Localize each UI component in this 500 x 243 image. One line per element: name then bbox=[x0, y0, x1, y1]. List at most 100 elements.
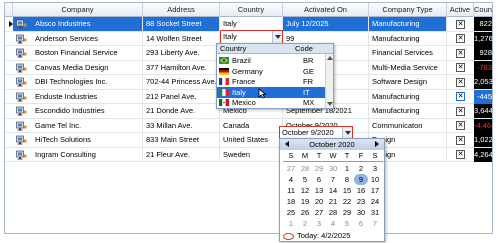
cell-type[interactable]: Manufacturing bbox=[369, 104, 447, 118]
cell-type[interactable]: Multi-Media Service bbox=[369, 60, 447, 75]
calendar-day[interactable]: 8 bbox=[340, 174, 354, 185]
calendar-day[interactable]: 30 bbox=[354, 207, 368, 218]
active-checkbox[interactable]: ✕ bbox=[456, 150, 465, 159]
calendar-day[interactable]: 18 bbox=[284, 196, 298, 207]
calendar-day[interactable]: 7 bbox=[326, 174, 340, 185]
scroll-up-icon[interactable] bbox=[327, 56, 333, 60]
calendar-day[interactable]: 3 bbox=[368, 163, 382, 174]
calendar-day[interactable]: 30 bbox=[326, 163, 340, 174]
calendar-day[interactable]: 27 bbox=[284, 163, 298, 174]
cell-type[interactable]: Communicaton bbox=[369, 118, 447, 133]
calendar-day[interactable]: 10 bbox=[368, 174, 382, 185]
cell-address[interactable]: 377 Hamilton Ave. bbox=[143, 60, 220, 75]
cell-count[interactable]: 822 bbox=[474, 17, 492, 31]
active-checkbox[interactable]: ✕ bbox=[456, 92, 465, 101]
cell-address[interactable]: 21 Fleur Ave. bbox=[143, 147, 220, 162]
active-checkbox[interactable]: ✕ bbox=[456, 34, 465, 43]
cell-company[interactable]: Ingram Consulting bbox=[13, 147, 143, 162]
cell-type[interactable]: Manufacturing bbox=[369, 31, 447, 46]
calendar-day[interactable]: 31 bbox=[368, 207, 382, 218]
cell-count[interactable]: 4,264 bbox=[474, 147, 492, 162]
cell-activated[interactable]: July 12/2025 bbox=[283, 17, 369, 31]
calendar-day[interactable]: 1 bbox=[340, 163, 354, 174]
cell-type[interactable]: Manufacturing bbox=[369, 89, 447, 104]
calendar-day[interactable]: 11 bbox=[284, 185, 298, 196]
country-option-it[interactable]: Italy IT bbox=[217, 86, 325, 98]
today-button[interactable]: Today: 4/2/2025 bbox=[283, 231, 350, 241]
cell-count[interactable]: 2,053 bbox=[474, 75, 492, 89]
country-editor-combo[interactable]: Italy bbox=[220, 30, 283, 44]
calendar-day[interactable]: 28 bbox=[326, 207, 340, 218]
calendar-day[interactable]: 4 bbox=[284, 174, 298, 185]
cell-count[interactable]: 1,022 bbox=[474, 133, 492, 147]
column-header-company[interactable]: Company bbox=[13, 3, 143, 17]
column-header-company-type[interactable]: Company Type bbox=[369, 3, 447, 17]
calendar-day[interactable]: 15 bbox=[340, 185, 354, 196]
calendar-day[interactable]: 1 bbox=[284, 218, 298, 229]
date-picker-calendar[interactable]: October 2020 S M T W T F S 27 28 29 30 1 2 3 4 5 6 7 8 9 10 1… bbox=[279, 138, 385, 242]
cell-address[interactable]: 293 Liberty Ave. bbox=[143, 46, 220, 60]
column-header-activated-on[interactable]: Activated On bbox=[283, 3, 369, 17]
calendar-day[interactable]: 13 bbox=[312, 185, 326, 196]
cell-address[interactable]: 833 Main Street bbox=[143, 133, 220, 147]
calendar-day[interactable]: 23 bbox=[354, 196, 368, 207]
cell-country[interactable]: United States bbox=[220, 133, 283, 147]
column-header-country[interactable]: Country bbox=[220, 3, 283, 17]
cell-count[interactable]: -783 bbox=[474, 60, 492, 75]
cell-type[interactable]: Software Design bbox=[369, 75, 447, 89]
country-option-mx[interactable]: Mexico MX bbox=[217, 97, 325, 108]
calendar-day[interactable]: 29 bbox=[340, 207, 354, 218]
cell-company[interactable]: Canvas Media Design bbox=[13, 60, 143, 75]
country-option-ge[interactable]: Germany GE bbox=[217, 66, 325, 77]
country-option-fr[interactable]: France FR bbox=[217, 76, 325, 87]
cell-address[interactable]: 212 Panel Ave. bbox=[143, 89, 220, 104]
calendar-day[interactable]: 4 bbox=[326, 218, 340, 229]
cell-count[interactable]: 3,644 bbox=[474, 104, 492, 118]
column-header-active[interactable]: Active bbox=[447, 3, 474, 17]
calendar-day[interactable]: 24 bbox=[368, 196, 382, 207]
active-checkbox[interactable]: ✕ bbox=[456, 77, 465, 87]
calendar-day[interactable]: 25 bbox=[284, 207, 298, 218]
calendar-day[interactable]: 5 bbox=[340, 218, 354, 229]
calendar-day[interactable]: 26 bbox=[298, 207, 312, 218]
calendar-day[interactable]: 28 bbox=[298, 163, 312, 174]
calendar-day[interactable]: 22 bbox=[340, 196, 354, 207]
cell-company[interactable]: Absco Industries bbox=[13, 17, 143, 31]
cell-count[interactable]: 928 bbox=[474, 46, 492, 60]
scroll-down-icon[interactable] bbox=[327, 102, 333, 106]
calendar-day[interactable]: 9 bbox=[354, 174, 368, 185]
calendar-day[interactable]: 2 bbox=[298, 218, 312, 229]
active-checkbox[interactable]: ✕ bbox=[456, 63, 465, 72]
cell-country[interactable]: Canada bbox=[220, 118, 283, 133]
country-option-br[interactable]: Brazil BR bbox=[217, 55, 325, 66]
column-header-address[interactable]: Address bbox=[143, 3, 220, 17]
calendar-day[interactable]: 27 bbox=[312, 207, 326, 218]
cell-type[interactable]: Manufacturing bbox=[369, 17, 447, 31]
calendar-day[interactable]: 16 bbox=[354, 185, 368, 196]
calendar-day[interactable]: 3 bbox=[312, 218, 326, 229]
cell-country[interactable]: Sweden bbox=[220, 147, 283, 162]
active-checkbox[interactable]: ✕ bbox=[456, 121, 465, 130]
cell-company[interactable]: Game Tel Inc. bbox=[13, 118, 143, 133]
calendar-day[interactable]: 20 bbox=[312, 196, 326, 207]
cell-count[interactable]: -4,464 bbox=[474, 118, 492, 133]
calendar-day[interactable]: 6 bbox=[312, 174, 326, 185]
cell-address[interactable]: 33 Millan Ave. bbox=[143, 118, 220, 133]
calendar-day[interactable]: 17 bbox=[368, 185, 382, 196]
country-dropdown-list[interactable]: Country Code Brazil BR Germany GE France FR It… bbox=[216, 43, 334, 109]
cell-count[interactable]: -445 bbox=[474, 89, 492, 104]
table-row[interactable]: Game Tel Inc. 33 Millan Ave. Canada October… bbox=[5, 118, 492, 133]
next-month-icon[interactable] bbox=[375, 141, 379, 147]
active-checkbox[interactable]: ✕ bbox=[456, 19, 465, 29]
active-checkbox[interactable]: ✕ bbox=[456, 135, 465, 145]
calendar-day[interactable]: 12 bbox=[298, 185, 312, 196]
cell-type[interactable]: Financial Services bbox=[369, 46, 447, 60]
active-checkbox[interactable]: ✕ bbox=[456, 106, 465, 116]
calendar-day[interactable]: 5 bbox=[298, 174, 312, 185]
cell-address[interactable]: 702-44 Princess Ave. bbox=[143, 75, 220, 89]
cell-company[interactable]: Anderson Services bbox=[13, 31, 143, 46]
table-row[interactable]: Ingram Consulting21 Fleur Ave.SwedenDesi… bbox=[5, 147, 492, 162]
cell-company[interactable]: Escondido Industries bbox=[13, 104, 143, 118]
calendar-day[interactable]: 29 bbox=[312, 163, 326, 174]
cell-address[interactable]: 21 Donde Ave. bbox=[143, 104, 220, 118]
